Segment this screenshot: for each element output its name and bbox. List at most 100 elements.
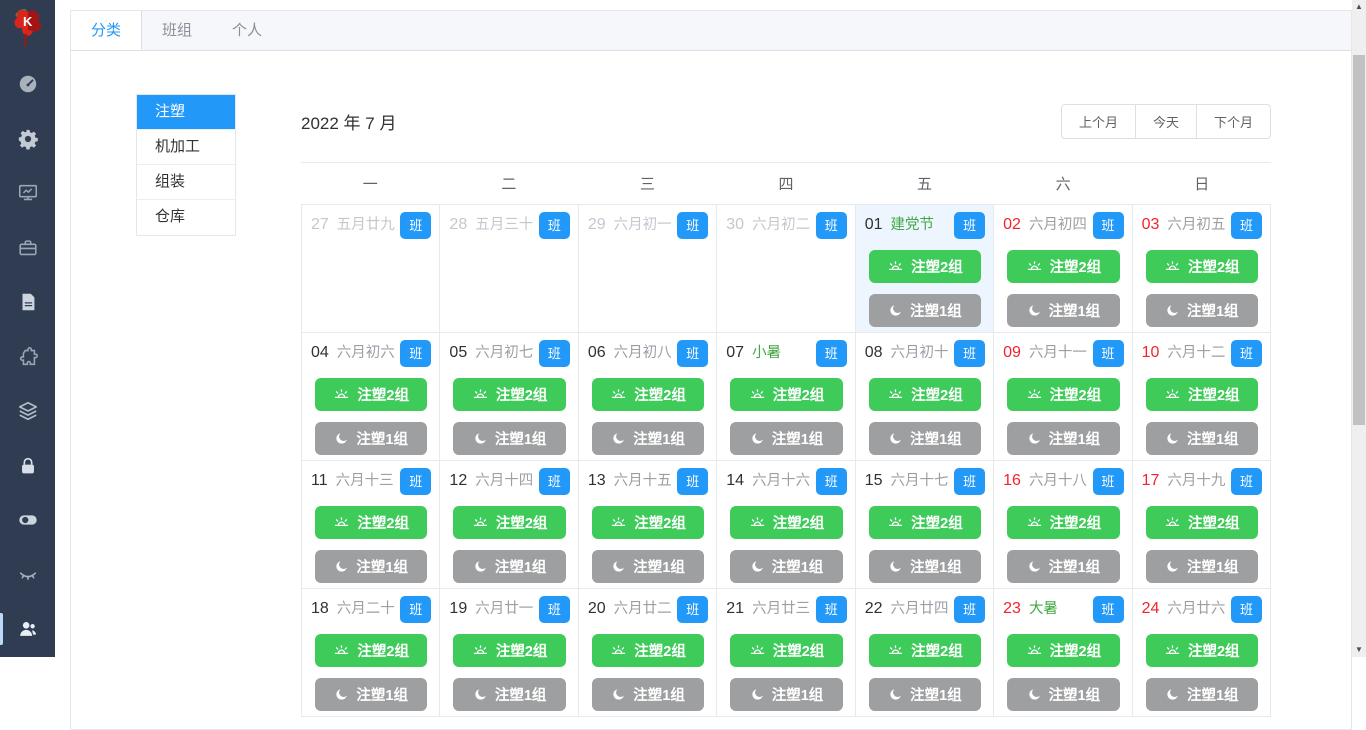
night-shift-button[interactable]: 注塑1组 [315, 550, 428, 583]
night-shift-button[interactable]: 注塑1组 [730, 550, 843, 583]
scrollbar-thumb[interactable] [1353, 55, 1365, 425]
calendar-cell-12[interactable]: 12 六月十四班注塑2组 注塑1组 [440, 461, 579, 589]
night-shift-button[interactable]: 注塑1组 [1145, 294, 1258, 327]
scroll-up-icon[interactable]: ▲ [1352, 0, 1366, 14]
lock-icon[interactable] [0, 446, 55, 486]
calendar-cell-06[interactable]: 06 六月初八班注塑2组 注塑1组 [578, 333, 718, 461]
night-shift-button[interactable]: 注塑1组 [868, 294, 982, 327]
calendar-cell-17[interactable]: 17 六月十九班注塑2组 注塑1组 [1132, 461, 1271, 589]
day-shift-button[interactable]: 注塑2组 [1145, 250, 1258, 283]
night-shift-button[interactable]: 注塑1组 [868, 550, 982, 583]
next-month-button[interactable]: 下个月 [1195, 103, 1271, 139]
calendar-cell-02[interactable]: 02 六月初四班注塑2组 注塑1组 [994, 205, 1133, 333]
calendar-cell-27[interactable]: 27 五月廿九班 [302, 205, 441, 333]
calendar-cell-21[interactable]: 21 六月廿三班注塑2组 注塑1组 [717, 589, 856, 717]
calendar-cell-07[interactable]: 07 小暑 班注塑2组 注塑1组 [717, 333, 856, 461]
calendar-cell-09[interactable]: 09 六月十一班注塑2组 注塑1组 [994, 333, 1133, 461]
calendar-cell-28[interactable]: 28 五月三十班 [440, 205, 579, 333]
document-icon[interactable] [0, 282, 55, 322]
calendar-cell-29[interactable]: 29 六月初一班 [578, 205, 718, 333]
night-shift-button[interactable]: 注塑1组 [868, 678, 982, 711]
toggle-icon[interactable] [0, 500, 55, 540]
calendar-cell-19[interactable]: 19 六月廿一班注塑2组 注塑1组 [440, 589, 579, 717]
day-shift-button[interactable]: 注塑2组 [591, 378, 705, 411]
day-shift-button[interactable]: 注塑2组 [453, 634, 566, 667]
night-shift-button[interactable]: 注塑1组 [868, 422, 982, 455]
calendar-cell-14[interactable]: 14 六月十六班注塑2组 注塑1组 [717, 461, 856, 589]
users-icon[interactable] [0, 609, 55, 649]
day-shift-button[interactable]: 注塑2组 [591, 506, 705, 539]
today-button[interactable]: 今天 [1134, 103, 1197, 139]
calendar-cell-23[interactable]: 23 大暑 班注塑2组 注塑1组 [994, 589, 1133, 717]
briefcase-icon[interactable] [0, 228, 55, 268]
calendar-cell-01[interactable]: 01 建党节 班注塑2组 注塑1组 [855, 205, 995, 333]
night-shift-button[interactable]: 注塑1组 [453, 678, 566, 711]
category-item-assembly[interactable]: 组装 [137, 165, 235, 200]
night-shift-button[interactable]: 注塑1组 [1145, 422, 1258, 455]
gear-icon[interactable] [0, 119, 55, 159]
category-item-injection[interactable]: 注塑 [137, 95, 235, 130]
calendar-cell-15[interactable]: 15 六月十七班注塑2组 注塑1组 [855, 461, 995, 589]
night-shift-button[interactable]: 注塑1组 [1007, 422, 1120, 455]
night-shift-button[interactable]: 注塑1组 [1145, 678, 1258, 711]
calendar-cell-11[interactable]: 11 六月十三班注塑2组 注塑1组 [302, 461, 441, 589]
calendar-cell-18[interactable]: 18 六月二十班注塑2组 注塑1组 [302, 589, 441, 717]
prev-month-button[interactable]: 上个月 [1060, 103, 1136, 139]
layers-icon[interactable] [0, 391, 55, 431]
calendar-cell-16[interactable]: 16 六月十八班注塑2组 注塑1组 [994, 461, 1133, 589]
eye-closed-icon[interactable] [0, 555, 55, 595]
day-shift-button[interactable]: 注塑2组 [730, 506, 843, 539]
day-shift-button[interactable]: 注塑2组 [315, 634, 428, 667]
scroll-down-icon[interactable]: ▼ [1352, 643, 1366, 657]
night-shift-button[interactable]: 注塑1组 [1145, 550, 1258, 583]
night-shift-button[interactable]: 注塑1组 [730, 678, 843, 711]
tab-personal[interactable]: 个人 [212, 11, 282, 50]
calendar-cell-30[interactable]: 30 六月初二班 [717, 205, 856, 333]
day-shift-button[interactable]: 注塑2组 [868, 634, 982, 667]
night-shift-button[interactable]: 注塑1组 [453, 422, 566, 455]
night-shift-button[interactable]: 注塑1组 [1007, 678, 1120, 711]
category-item-warehouse[interactable]: 仓库 [137, 200, 235, 235]
day-shift-button[interactable]: 注塑2组 [453, 378, 566, 411]
day-shift-button[interactable]: 注塑2组 [453, 506, 566, 539]
calendar-cell-22[interactable]: 22 六月廿四班注塑2组 注塑1组 [855, 589, 995, 717]
day-shift-button[interactable]: 注塑2组 [868, 378, 982, 411]
day-shift-button[interactable]: 注塑2组 [868, 250, 982, 283]
day-shift-button[interactable]: 注塑2组 [1145, 506, 1258, 539]
night-shift-button[interactable]: 注塑1组 [315, 678, 428, 711]
day-shift-button[interactable]: 注塑2组 [1007, 634, 1120, 667]
night-shift-button[interactable]: 注塑1组 [315, 422, 428, 455]
night-shift-button[interactable]: 注塑1组 [591, 422, 705, 455]
day-shift-button[interactable]: 注塑2组 [315, 506, 428, 539]
day-shift-button[interactable]: 注塑2组 [1007, 250, 1120, 283]
day-shift-button[interactable]: 注塑2组 [1007, 506, 1120, 539]
tab-category[interactable]: 分类 [71, 11, 143, 50]
day-shift-button[interactable]: 注塑2组 [730, 378, 843, 411]
day-shift-button[interactable]: 注塑2组 [315, 378, 428, 411]
night-shift-button[interactable]: 注塑1组 [730, 422, 843, 455]
calendar-cell-20[interactable]: 20 六月廿二班注塑2组 注塑1组 [578, 589, 718, 717]
monitor-chart-icon[interactable] [0, 173, 55, 213]
calendar-cell-24[interactable]: 24 六月廿六班注塑2组 注塑1组 [1132, 589, 1271, 717]
night-shift-button[interactable]: 注塑1组 [1007, 294, 1120, 327]
day-shift-button[interactable]: 注塑2组 [730, 634, 843, 667]
calendar-cell-05[interactable]: 05 六月初七班注塑2组 注塑1组 [440, 333, 579, 461]
night-shift-button[interactable]: 注塑1组 [453, 550, 566, 583]
day-shift-button[interactable]: 注塑2组 [868, 506, 982, 539]
calendar-cell-13[interactable]: 13 六月十五班注塑2组 注塑1组 [578, 461, 718, 589]
tab-team[interactable]: 班组 [142, 11, 212, 50]
night-shift-button[interactable]: 注塑1组 [591, 678, 705, 711]
day-shift-button[interactable]: 注塑2组 [591, 634, 705, 667]
night-shift-button[interactable]: 注塑1组 [1007, 550, 1120, 583]
dashboard-icon[interactable] [0, 64, 55, 104]
puzzle-icon[interactable] [0, 337, 55, 377]
calendar-cell-08[interactable]: 08 六月初十班注塑2组 注塑1组 [855, 333, 995, 461]
night-shift-button[interactable]: 注塑1组 [591, 550, 705, 583]
vertical-scrollbar[interactable]: ▲ ▼ [1352, 0, 1366, 657]
calendar-cell-10[interactable]: 10 六月十二班注塑2组 注塑1组 [1132, 333, 1271, 461]
day-shift-button[interactable]: 注塑2组 [1007, 378, 1120, 411]
calendar-cell-04[interactable]: 04 六月初六班注塑2组 注塑1组 [302, 333, 441, 461]
day-shift-button[interactable]: 注塑2组 [1145, 634, 1258, 667]
calendar-cell-03[interactable]: 03 六月初五班注塑2组 注塑1组 [1132, 205, 1271, 333]
day-shift-button[interactable]: 注塑2组 [1145, 378, 1258, 411]
